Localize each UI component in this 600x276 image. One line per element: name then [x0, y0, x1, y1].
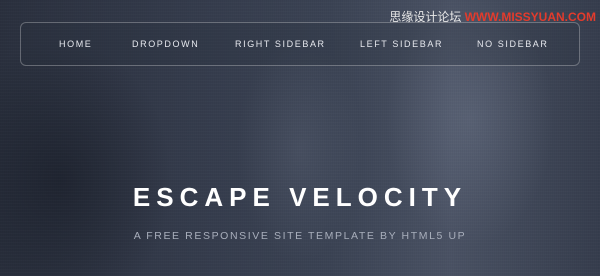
- nav-item-dropdown[interactable]: DROPDOWN: [132, 39, 199, 49]
- nav-item-no-sidebar[interactable]: NO SIDEBAR: [477, 39, 549, 49]
- nav-item-right-sidebar[interactable]: RIGHT SIDEBAR: [235, 39, 326, 49]
- nav-item-left-sidebar[interactable]: LEFT SIDEBAR: [360, 39, 443, 49]
- hero-title: ESCAPE VELOCITY: [132, 182, 468, 212]
- nav-list: HOME DROPDOWN RIGHT SIDEBAR LEFT SIDEBAR…: [21, 23, 579, 65]
- nav-item-home[interactable]: HOME: [59, 39, 92, 49]
- hero-subtitle: A FREE RESPONSIVE SITE TEMPLATE BY HTML5…: [133, 230, 467, 242]
- main-nav: HOME DROPDOWN RIGHT SIDEBAR LEFT SIDEBAR…: [20, 22, 580, 66]
